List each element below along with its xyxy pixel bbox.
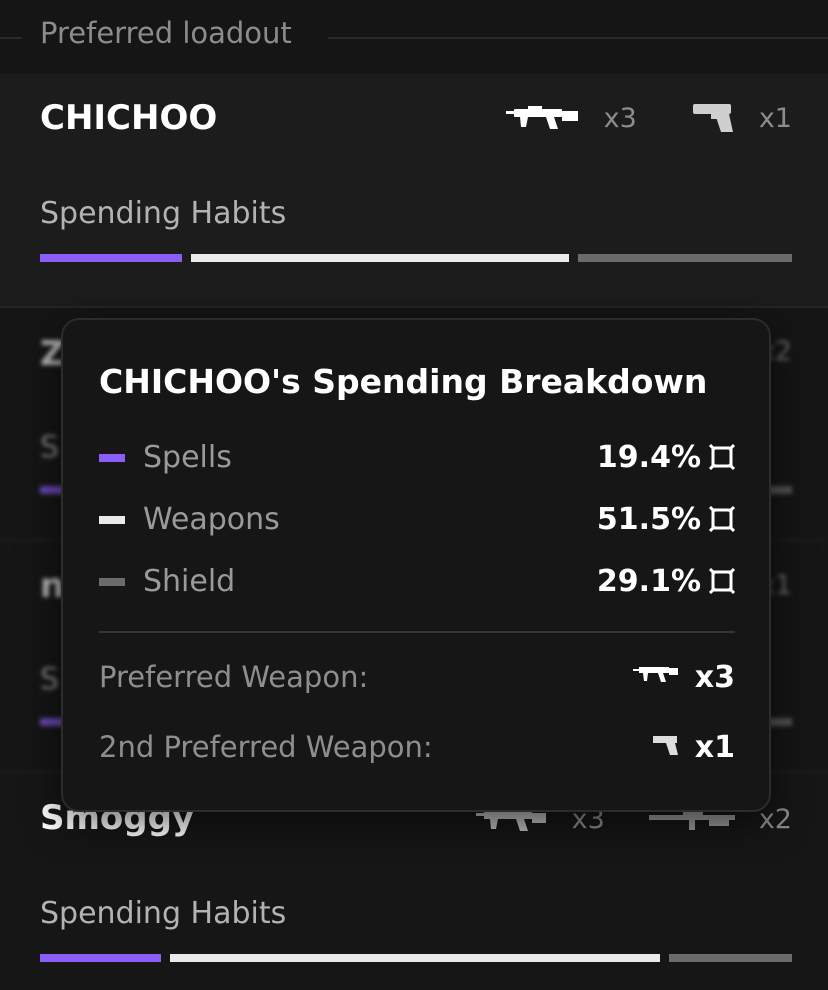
section-header: Preferred loadout: [0, 0, 828, 74]
breakdown-row-spells: Spells 19.4%: [99, 438, 735, 478]
section-title: Preferred loadout: [40, 16, 292, 50]
rifle-icon: [633, 667, 678, 682]
currency-icon: [709, 444, 735, 470]
currency-icon: [709, 506, 735, 532]
breakdown-label: Spells: [143, 440, 232, 475]
spending-habits-label: Spending Habits: [40, 196, 287, 231]
spending-habits-label: S: [40, 430, 60, 465]
player-name: CHICHOO: [40, 98, 218, 138]
breakdown-row-weapons: Weapons 51.5%: [99, 500, 735, 540]
spending-bar-weapons: [170, 954, 661, 962]
breakdown-label: Weapons: [143, 502, 280, 537]
second-preferred-weapon-row: 2nd Preferred Weapon: x1: [99, 728, 735, 772]
breakdown-value: 29.1%: [596, 564, 701, 599]
breakdown-value: 19.4%: [596, 440, 701, 475]
legend-swatch: [99, 516, 125, 524]
rifle-icon: [505, 106, 578, 129]
pistol-icon: [653, 736, 678, 755]
legend-swatch: [99, 578, 125, 586]
header-divider: [328, 37, 828, 39]
tooltip-title: CHICHOO's Spending Breakdown: [99, 362, 708, 401]
pistol-icon: [692, 104, 733, 132]
weapon-count: x3: [603, 102, 637, 134]
preferred-weapon-label: Preferred Weapon:: [99, 660, 369, 694]
spending-bar-spells: [40, 954, 162, 962]
spending-habits-label: S: [40, 662, 60, 697]
preferred-weapon-row: Preferred Weapon: x3: [99, 658, 735, 702]
breakdown-row-shield: Shield 29.1%: [99, 562, 735, 602]
second-preferred-weapon-count: x1: [694, 730, 735, 765]
spending-bar[interactable]: [40, 954, 792, 962]
breakdown-label: Shield: [143, 564, 236, 599]
weapon-count: x2: [758, 804, 792, 835]
header-divider: [0, 37, 22, 39]
spending-bar-spells: [40, 254, 183, 262]
weapon-list: x3 x1: [505, 102, 792, 134]
player-card[interactable]: CHICHOO x3 x1 Spending Habits: [0, 74, 828, 308]
spending-bar-shield: [578, 254, 792, 262]
spending-bar[interactable]: [40, 254, 792, 262]
preferred-weapon-count: x3: [694, 660, 735, 695]
weapon-slot: x1: [692, 102, 792, 134]
spending-bar-weapons: [191, 254, 570, 262]
spending-breakdown-tooltip: CHICHOO's Spending Breakdown Spells 19.4…: [61, 318, 771, 812]
legend-swatch: [99, 454, 125, 462]
second-preferred-weapon-label: 2nd Preferred Weapon:: [99, 730, 433, 764]
weapon-count: x1: [758, 102, 792, 134]
weapon-slot: x3: [505, 102, 637, 134]
tooltip-divider: [99, 631, 735, 633]
spending-habits-label: Spending Habits: [40, 896, 287, 931]
breakdown-value: 51.5%: [596, 502, 701, 537]
currency-icon: [709, 568, 735, 594]
spending-bar-shield: [669, 954, 792, 962]
